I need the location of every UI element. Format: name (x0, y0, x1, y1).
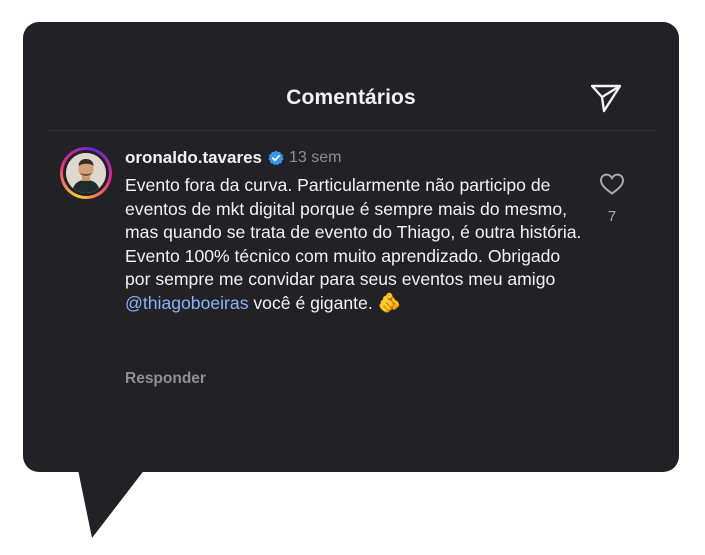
paper-plane-icon[interactable] (589, 82, 623, 114)
avatar (66, 153, 106, 193)
profile-photo-icon (66, 153, 106, 193)
pointing-hand-emoji: 🫵 (377, 292, 402, 314)
comment-body: Evento fora da curva. Particularmente nã… (125, 175, 582, 289)
username[interactable]: oronaldo.tavares (125, 148, 262, 168)
avatar-story-ring[interactable] (60, 147, 112, 199)
like-count: 7 (607, 208, 617, 225)
comments-panel: Comentários oronaldo.tavares 13 sem Even… (23, 22, 679, 472)
reply-button[interactable]: Responder (125, 370, 206, 388)
verified-badge-icon (268, 150, 284, 166)
comment-body-end: você é gigante. (248, 292, 378, 313)
comment-text: Evento fora da curva. Particularmente nã… (125, 174, 585, 315)
comments-title: Comentários (286, 86, 416, 109)
heart-outline-icon[interactable] (599, 172, 625, 196)
comment-header: oronaldo.tavares 13 sem (125, 147, 341, 169)
comment-timestamp: 13 sem (289, 149, 342, 166)
mention-link[interactable]: @thiagoboeiras (125, 293, 249, 313)
comment-speech-bubble: Comentários oronaldo.tavares 13 sem Even… (0, 0, 705, 555)
